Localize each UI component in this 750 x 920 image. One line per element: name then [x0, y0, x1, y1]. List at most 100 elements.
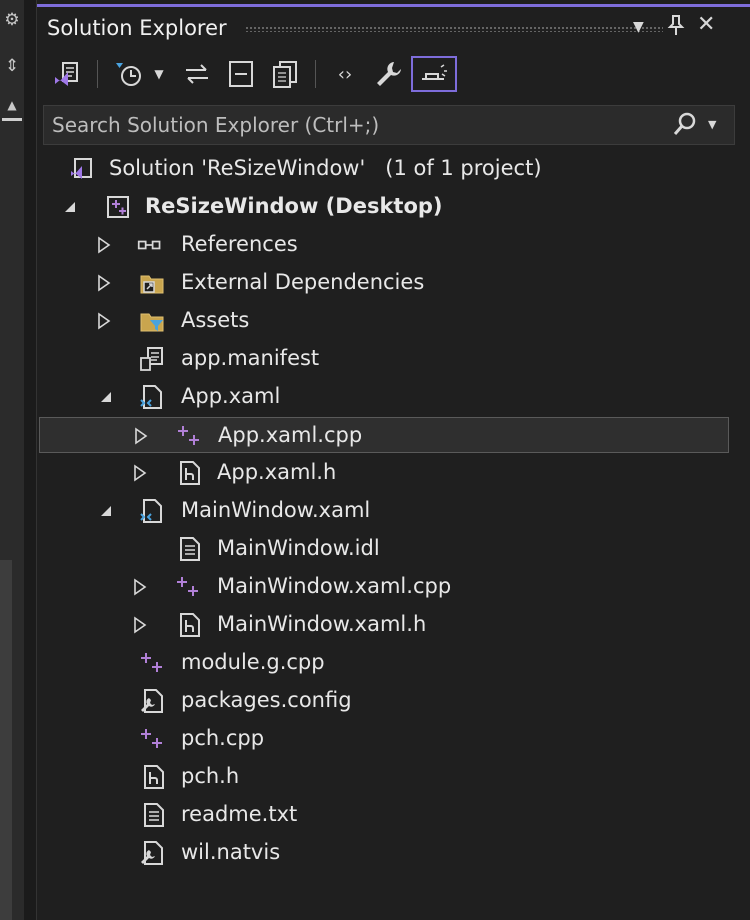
search-box[interactable]: ▼ — [43, 105, 735, 145]
collapsed-arrow-icon[interactable] — [132, 427, 150, 445]
show-all-files-icon — [273, 61, 297, 88]
tree-item-label: MainWindow.idl — [217, 536, 380, 560]
tree-item-label: app.manifest — [181, 346, 320, 370]
tree-item-label: wil.natvis — [181, 840, 281, 864]
properties-button[interactable] — [371, 56, 407, 92]
expanded-arrow-icon[interactable] — [97, 388, 115, 406]
references-icon — [137, 240, 161, 250]
tree-item-wil-natvis[interactable]: wil.natvis — [39, 835, 729, 871]
tree-item-mainwindow-xaml[interactable]: MainWindow.xaml — [39, 493, 729, 529]
collapse-all-button[interactable] — [223, 56, 259, 92]
tree-item-label: MainWindow.xaml — [181, 498, 371, 522]
vs-solution-icon — [55, 62, 78, 86]
collapsed-arrow-icon[interactable] — [95, 312, 113, 330]
tree-item-assets[interactable]: Assets — [39, 303, 729, 339]
xaml-file-icon — [140, 499, 162, 523]
pin-icon[interactable] — [667, 14, 685, 41]
config-file-icon — [141, 689, 163, 713]
tree-item-references[interactable]: References — [39, 227, 729, 263]
expanded-arrow-icon[interactable] — [61, 198, 79, 216]
collapsed-arrow-icon[interactable] — [131, 578, 149, 596]
tree-item-label: MainWindow.xaml.h — [217, 612, 427, 636]
tree-item-label: module.g.cpp — [181, 650, 325, 674]
show-all-files-button[interactable] — [267, 56, 303, 92]
tree-item-pch-h[interactable]: pch.h — [39, 759, 729, 795]
tree-item-app-xaml-cpp[interactable]: App.xaml.cpp — [39, 417, 729, 453]
header-file-icon — [144, 765, 164, 789]
collapsed-arrow-icon[interactable] — [95, 274, 113, 292]
title-bar: Solution Explorer ▼ ✕ — [37, 8, 750, 46]
tree-item-packages-config[interactable]: packages.config — [39, 683, 729, 719]
tree-item-label: ReSizeWindow (Desktop) — [145, 194, 443, 218]
tree-item-label: App.xaml — [181, 384, 281, 408]
folder-shortcut-icon — [140, 275, 164, 294]
tree-item-mainwindow-xaml-cpp[interactable]: MainWindow.xaml.cpp — [39, 569, 729, 605]
search-options-chevron-icon[interactable]: ▼ — [708, 118, 716, 131]
active-accent-bar — [37, 4, 750, 7]
sync-with-active-document-button[interactable] — [179, 56, 215, 92]
drag-grip[interactable] — [245, 26, 663, 32]
host-scrollbar[interactable] — [0, 560, 12, 920]
tree-item-label: External Dependencies — [181, 270, 425, 294]
tree-item-app-manifest[interactable]: app.manifest — [39, 341, 729, 377]
tree-item-label: MainWindow.xaml.cpp — [217, 574, 452, 598]
tree-item-app-xaml-h[interactable]: App.xaml.h — [39, 455, 729, 491]
filter-dropdown-chevron-icon[interactable]: ▼ — [151, 56, 167, 92]
tree-item-project[interactable]: ReSizeWindow (Desktop) — [39, 189, 729, 225]
toolbar: ▼ ‹› — [37, 50, 750, 100]
collapsed-arrow-icon[interactable] — [131, 464, 149, 482]
text-file-icon — [144, 803, 164, 827]
expanded-arrow-icon[interactable] — [97, 502, 115, 520]
tree-item-label: References — [181, 232, 298, 256]
toolbar-separator — [315, 60, 316, 88]
cpp-file-icon — [178, 426, 199, 445]
split-icon[interactable]: ⇕ — [0, 56, 24, 76]
up-arrow-icon[interactable]: ▲ — [0, 98, 24, 112]
switch-views-button[interactable] — [49, 56, 85, 92]
settings-icon[interactable]: ⚙ — [0, 10, 24, 30]
search-icon[interactable] — [672, 111, 698, 141]
pending-changes-filter-button[interactable] — [111, 56, 147, 92]
tree-item-external-dependencies[interactable]: External Dependencies — [39, 265, 729, 301]
header-file-icon — [180, 613, 200, 637]
search-input[interactable] — [44, 106, 654, 144]
panel-title: Solution Explorer — [47, 16, 227, 40]
manifest-file-icon — [140, 347, 163, 371]
tree-item-label: App.xaml.cpp — [218, 423, 363, 447]
tree-item-label: pch.cpp — [181, 726, 265, 750]
cpp-project-icon — [107, 196, 129, 218]
panel-divider[interactable] — [24, 0, 36, 920]
wrench-icon — [377, 62, 401, 86]
preview-icon — [422, 64, 447, 80]
tree-item-label: pch.h — [181, 764, 240, 788]
window-menu-chevron-icon[interactable]: ▼ — [633, 19, 644, 35]
tree-item-label: Assets — [181, 308, 250, 332]
sync-arrows-icon — [186, 64, 208, 84]
close-icon[interactable]: ✕ — [697, 12, 715, 37]
tree-item-mainwindow-xaml-h[interactable]: MainWindow.xaml.h — [39, 607, 729, 643]
solution-explorer-panel: Solution Explorer ▼ ✕ ▼ ‹› Search Soluti… — [36, 0, 750, 920]
tree-item-readme-txt[interactable]: readme.txt — [39, 797, 729, 833]
collapsed-arrow-icon[interactable] — [95, 236, 113, 254]
solution-icon — [71, 158, 92, 179]
collapsed-arrow-icon[interactable] — [131, 616, 149, 634]
folder-filter-icon — [140, 313, 164, 332]
toolbar-separator — [97, 60, 98, 88]
cpp-file-icon — [141, 729, 162, 748]
code-brackets-icon: ‹› — [337, 63, 353, 85]
tree-item-solution[interactable]: Solution 'ReSizeWindow' (1 of 1 project) — [39, 151, 729, 187]
cpp-file-icon — [141, 653, 162, 672]
tree-item-label: packages.config — [181, 688, 352, 712]
view-code-button[interactable]: ‹› — [329, 56, 361, 92]
preview-selected-items-button[interactable] — [411, 56, 457, 92]
header-file-icon — [180, 461, 200, 485]
tree-item-app-xaml[interactable]: App.xaml — [39, 379, 729, 415]
cpp-file-icon — [177, 577, 198, 596]
tree-item-pch-cpp[interactable]: pch.cpp — [39, 721, 729, 757]
tree-item-module-g-cpp[interactable]: module.g.cpp — [39, 645, 729, 681]
scroll-marker — [2, 118, 22, 121]
tree-item-label: Solution 'ReSizeWindow' (1 of 1 project) — [109, 156, 542, 180]
tree-item-label: App.xaml.h — [217, 460, 337, 484]
tree-item-mainwindow-idl[interactable]: MainWindow.idl — [39, 531, 729, 567]
host-side-strip: ⚙ ⇕ ▲ — [0, 0, 24, 920]
